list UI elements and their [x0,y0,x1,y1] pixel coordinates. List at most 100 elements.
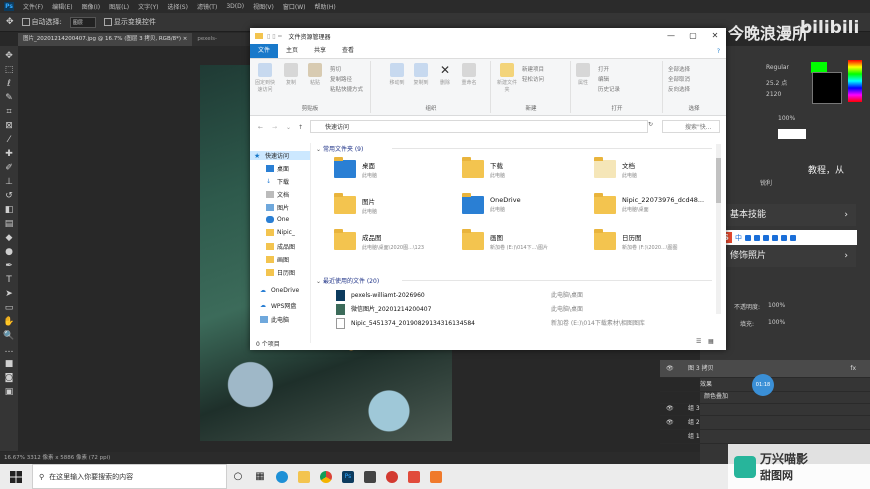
shape-tool-icon[interactable]: ▭ [3,302,15,314]
folder-tile[interactable]: 画图 新加卷 (E:)\014下...\图片 [462,229,548,251]
ime-voice-icon[interactable] [763,234,769,241]
nav-item-quick-access[interactable]: ★ 快速访问 [250,151,310,160]
select-all-button[interactable]: 全部选择 [668,65,690,73]
forward-button[interactable]: → [272,124,277,131]
menu-3d[interactable]: 3D(D) [226,3,244,10]
new-folder-button[interactable]: 新建文件夹 [496,63,518,93]
folder-tile[interactable]: 图片 此电脑 [334,193,377,215]
new-item-button[interactable]: 新建项目 [522,65,544,73]
layer-row[interactable]: 组 1 [660,430,870,444]
edge-icon[interactable] [271,464,293,489]
quick-select-tool-icon[interactable]: ✎ [3,92,15,104]
nav-item-pictures[interactable]: 图片 [266,203,289,212]
menu-select[interactable]: 选择(S) [167,2,188,11]
tab-document-pexels[interactable]: pexels- [192,33,222,46]
recent-file-row[interactable]: 微信图片_20201214200407 此电脑\桌面 [336,304,716,315]
marquee-tool-icon[interactable]: ⬚ [3,64,15,76]
grid-app-icon[interactable]: ▦ [249,464,271,489]
nav-item-finished[interactable]: 成品图 [266,242,295,251]
lasso-tool-icon[interactable]: ℓ [3,78,15,90]
screen-mode-icon[interactable]: ▣ [3,386,15,398]
task-view-icon[interactable]: ○ [227,464,249,489]
more-tools-icon[interactable]: … [3,344,15,356]
move-to-button[interactable]: 移动到 [386,63,408,86]
up-button[interactable]: ↑ [298,124,303,131]
font-style-value[interactable]: Regular [766,64,789,71]
crop-tool-icon[interactable]: ⌗ [3,106,15,118]
folder-tile[interactable]: 日历图 新加卷 (F:)\2020...\图图 [594,229,678,251]
paste-shortcut-button[interactable]: 粘贴快捷方式 [330,85,363,93]
app-icon-red[interactable] [403,464,425,489]
quick-mask-icon[interactable]: ◙ [3,372,15,384]
recent-files-header[interactable]: ⌄ 最近使用的文件 (20) [316,276,379,285]
visibility-eye-icon[interactable]: 👁 [666,416,674,430]
app-icon-orange[interactable] [425,464,447,489]
copy-button[interactable]: 复制 [280,63,302,86]
taskbar-search-input[interactable]: ⚲ 在这里输入你要搜索的内容 [32,464,227,489]
pin-quick-access-button[interactable]: 固定到快速访问 [254,63,276,93]
eyedropper-tool-icon[interactable]: ⁄ [3,134,15,146]
rename-button[interactable]: 重命名 [458,63,480,86]
copy-path-button[interactable]: 复制路径 [330,75,352,83]
visibility-eye-icon[interactable]: 👁 [666,402,674,416]
back-button[interactable]: ← [258,124,263,131]
learn-basic-skills[interactable]: 基本技能 › [720,204,856,226]
nav-item-onedrive[interactable]: ☁ OneDrive [260,287,299,294]
folder-tile[interactable]: 桌面 此电脑 [334,157,377,179]
nav-item-drawing[interactable]: 画图 [266,255,289,264]
history-button[interactable]: 历史记录 [598,85,620,93]
layer-select-dropdown[interactable]: 图层 [69,16,96,28]
recording-timer-badge[interactable]: 01:18 [752,374,774,396]
details-view-icon[interactable]: ☰ [696,338,701,345]
maximize-button[interactable]: ▢ [682,28,704,44]
windows-start-button[interactable] [0,464,32,489]
ime-punct-icon[interactable] [745,234,751,241]
fill-value[interactable]: 100% [768,319,785,326]
show-transform-checkbox[interactable]: 显示变换控件 [103,17,156,27]
learn-retouch-photos[interactable]: 修饰照片 › [720,245,856,267]
properties-button[interactable]: 属性 [572,63,594,86]
minimize-button[interactable]: — [660,28,682,44]
invert-selection-button[interactable]: 反向选择 [668,85,690,93]
path-select-icon[interactable]: ➤ [3,288,15,300]
address-input[interactable]: 快速访问 [310,120,648,133]
dodge-tool-icon[interactable]: ● [3,246,15,258]
ime-emoji-icon[interactable] [754,234,760,241]
hand-tool-icon[interactable]: ✋ [3,316,15,328]
brush-tool-icon[interactable]: ✐ [3,162,15,174]
chrome-icon[interactable] [315,464,337,489]
ime-skin-icon[interactable] [781,234,787,241]
nav-item-nipic[interactable]: Nipic_ [266,229,295,236]
blur-tool-icon[interactable]: ◆ [3,232,15,244]
ime-toolbox-icon[interactable] [790,234,796,241]
nav-item-desktop[interactable]: 桌面 [266,164,289,173]
menu-view[interactable]: 视图(V) [253,2,274,11]
stamp-tool-icon[interactable]: ⊥ [3,176,15,188]
tab-document-active[interactable]: 图片_20201214200407.jpg @ 16.7% (图层 3 拷贝, … [18,33,193,46]
layer-row[interactable]: 👁 组 3 [660,402,870,416]
frame-tool-icon[interactable]: ⊠ [3,120,15,132]
opacity-value[interactable]: 100% [768,302,785,309]
menu-edit[interactable]: 编辑(E) [52,2,72,11]
select-none-button[interactable]: 全部取消 [668,75,690,83]
menu-layer[interactable]: 图层(L) [109,2,129,11]
ime-keyboard-icon[interactable] [772,234,778,241]
copy-to-button[interactable]: 复制到 [410,63,432,86]
recent-file-row[interactable]: pexels-williamt-2026960 此电脑\桌面 [336,290,716,301]
nav-item-calendar[interactable]: 日历图 [266,268,295,277]
menu-image[interactable]: 图像(I) [82,2,100,11]
folder-tile[interactable]: OneDrive 此电脑 [462,193,521,214]
type-tool-icon[interactable]: T [3,274,15,286]
frequent-folders-header[interactable]: ⌄ 常用文件夹 (9) [316,144,363,153]
netease-music-icon[interactable] [381,464,403,489]
paste-button[interactable]: 粘贴 [304,63,326,86]
menu-type[interactable]: 文字(Y) [138,2,158,11]
refresh-icon[interactable]: ↻ [648,121,653,128]
tab-home[interactable]: 主页 [278,44,306,58]
recent-file-row[interactable]: Nipic_5451374_20190829134316134584 新加卷 (E… [336,318,716,329]
menu-help[interactable]: 帮助(H) [315,2,336,11]
eraser-tool-icon[interactable]: ◧ [3,204,15,216]
nav-item-downloads[interactable]: ↓ 下载 [266,177,289,186]
folder-tile[interactable]: Nipic_22073976_dcd48... 此电脑\桌面 [594,193,704,214]
search-input[interactable]: 搜索"快... [662,120,720,133]
